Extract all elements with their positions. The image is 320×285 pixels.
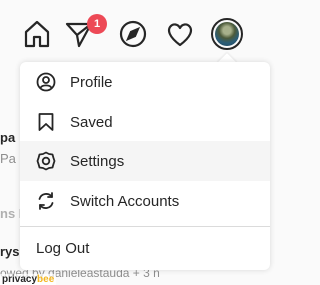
avatar-photo: [215, 22, 239, 46]
log-out-label: Log Out: [36, 240, 90, 257]
menu-item-log-out[interactable]: Log Out: [20, 227, 270, 270]
explore-compass-icon[interactable]: [118, 19, 148, 49]
menu-item-label: Settings: [70, 152, 125, 170]
menu-item-label: Switch Accounts: [70, 192, 180, 210]
profile-avatar[interactable]: [211, 18, 243, 50]
activity-heart-icon[interactable]: [165, 19, 195, 49]
notification-badge: 1: [87, 14, 107, 34]
top-nav-bar: 1: [0, 0, 300, 62]
feed-subtext-fragment: Pa: [0, 151, 16, 166]
home-icon[interactable]: [22, 19, 52, 49]
menu-item-saved[interactable]: Saved: [20, 102, 270, 142]
menu-item-profile[interactable]: Profile: [20, 62, 270, 102]
feed-username-fragment: pa: [0, 130, 16, 145]
menu-item-label: Saved: [70, 113, 113, 131]
bookmark-icon: [36, 112, 56, 132]
profile-dropdown-menu: Profile Saved Settings Switch Accounts L…: [20, 62, 270, 270]
watermark-part2: bee: [37, 274, 55, 285]
watermark: privacybee: [0, 274, 57, 285]
settings-gear-icon: [36, 151, 56, 171]
menu-item-label: Profile: [70, 73, 113, 91]
profile-circle-icon: [36, 72, 56, 92]
menu-item-settings[interactable]: Settings: [20, 141, 270, 181]
menu-item-switch-accounts[interactable]: Switch Accounts: [20, 181, 270, 221]
switch-accounts-icon: [36, 191, 56, 211]
watermark-part1: privacy: [2, 274, 38, 285]
